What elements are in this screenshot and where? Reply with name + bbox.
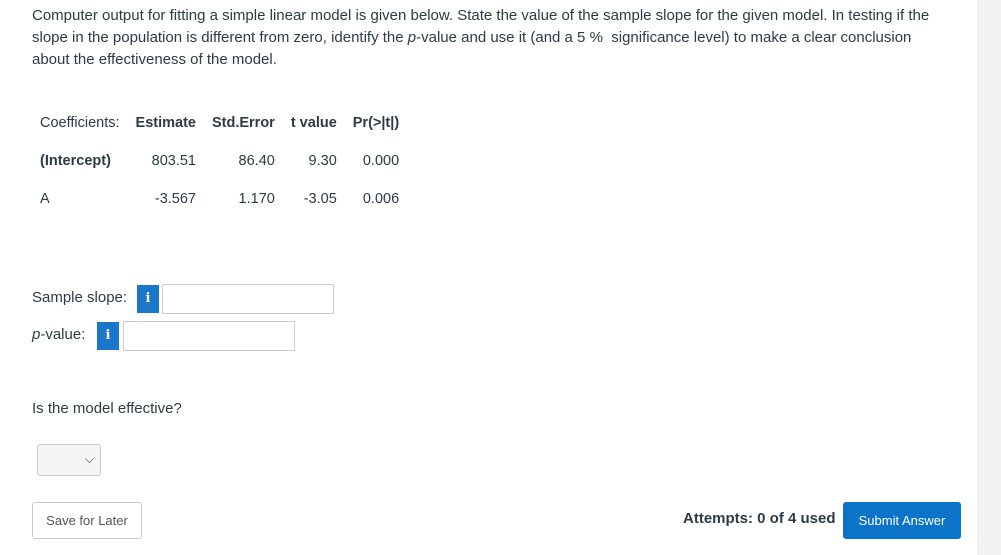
header-p-value: Pr(>|t|) bbox=[352, 115, 400, 131]
p-value-label: p-value: bbox=[32, 326, 85, 343]
attempts-counter: Attempts: 0 of 4 used bbox=[683, 510, 836, 527]
question-text: Computer output for fitting a simple lin… bbox=[32, 5, 952, 71]
effective-question: Is the model effective? bbox=[32, 400, 182, 417]
info-icon[interactable]: i bbox=[97, 322, 119, 350]
info-icon[interactable]: i bbox=[137, 285, 159, 313]
cell-estimate: 803.51 bbox=[151, 153, 196, 169]
header-estimate: Estimate bbox=[135, 115, 196, 131]
header-std-error: Std.Error bbox=[211, 115, 275, 131]
row-label-a: A bbox=[40, 191, 50, 207]
cell-std-error: 86.40 bbox=[238, 153, 275, 169]
p-value-input[interactable] bbox=[123, 321, 295, 351]
cell-std-error: 1.170 bbox=[238, 191, 275, 207]
question-panel: Computer output for fitting a simple lin… bbox=[0, 0, 977, 555]
cell-p-value: 0.000 bbox=[362, 153, 400, 169]
question-p-italic: p bbox=[407, 29, 417, 46]
submit-answer-button[interactable]: Submit Answer bbox=[843, 502, 961, 539]
cell-estimate: -3.567 bbox=[154, 191, 196, 207]
cell-t-value: 9.30 bbox=[308, 153, 337, 169]
p-value-label-suffix: -value: bbox=[40, 326, 86, 343]
table-header-row: Coefficients: Estimate Std.Error t value… bbox=[32, 104, 407, 142]
header-coefficients: Coefficients: bbox=[40, 115, 120, 131]
sample-slope-input[interactable] bbox=[162, 284, 334, 314]
sample-slope-label: Sample slope: bbox=[32, 289, 128, 306]
coefficients-table: Coefficients: Estimate Std.Error t value… bbox=[32, 104, 407, 218]
chevron-down-icon: ⌵ bbox=[84, 452, 94, 466]
table-row: A -3.567 1.170 -3.05 0.006 bbox=[32, 180, 407, 218]
row-label-intercept: (Intercept) bbox=[40, 153, 111, 169]
cell-t-value: -3.05 bbox=[303, 191, 337, 207]
cell-p-value: 0.006 bbox=[362, 191, 400, 207]
save-for-later-button[interactable]: Save for Later bbox=[32, 502, 142, 539]
header-t-value: t value bbox=[290, 115, 337, 131]
table-row: (Intercept) 803.51 86.40 9.30 0.000 bbox=[32, 142, 407, 180]
effective-dropdown[interactable]: ⌵ bbox=[37, 444, 101, 476]
